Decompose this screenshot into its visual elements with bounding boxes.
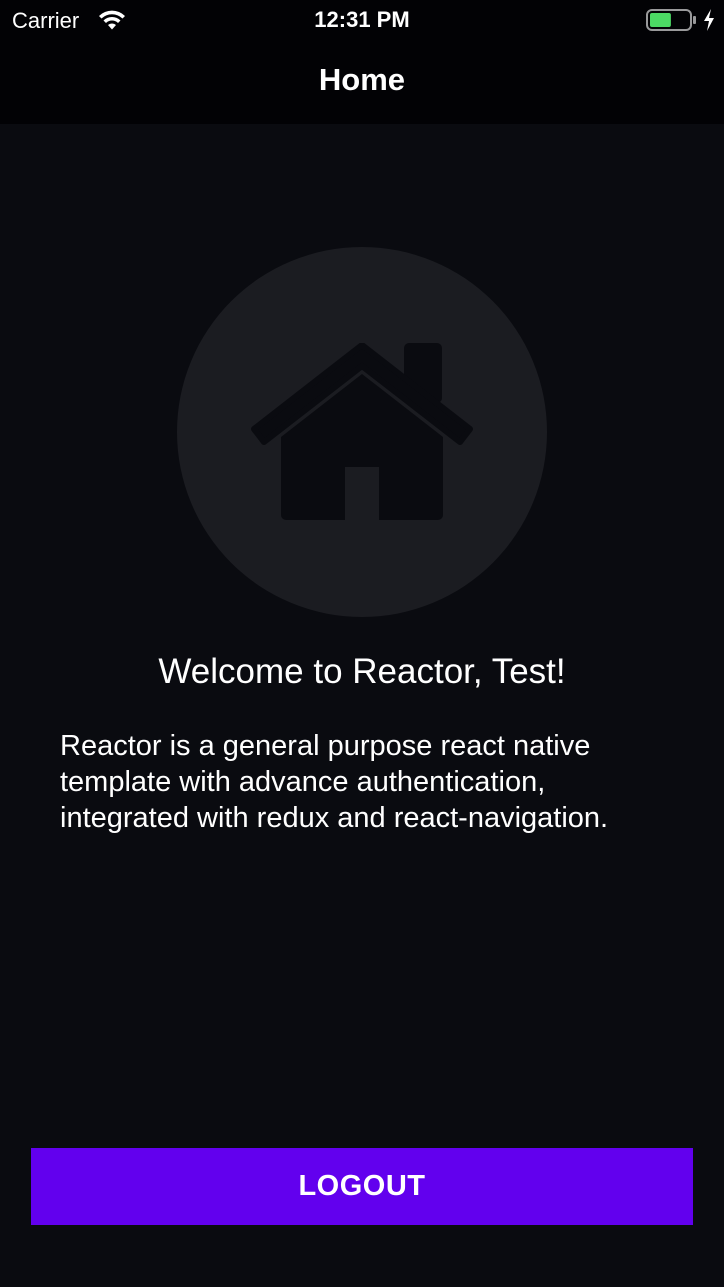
home-icon bbox=[251, 343, 473, 520]
battery-icon bbox=[646, 9, 696, 31]
status-time: 12:31 PM bbox=[314, 7, 410, 32]
logout-button[interactable]: LOGOUT bbox=[31, 1148, 693, 1225]
page-title: Home bbox=[318, 62, 406, 97]
welcome-message: Welcome to Reactor, Test! bbox=[158, 652, 566, 691]
hero-circle bbox=[177, 247, 547, 617]
app-description: Reactor is a general purpose react nativ… bbox=[60, 730, 609, 834]
status-bar: Carrier 12:31 PM bbox=[0, 0, 724, 40]
charging-bolt-icon bbox=[704, 9, 714, 31]
home-screen: Carrier 12:31 PM Home Welcome to Reactor… bbox=[0, 0, 724, 1287]
top-bar: Carrier 12:31 PM Home bbox=[0, 0, 724, 124]
